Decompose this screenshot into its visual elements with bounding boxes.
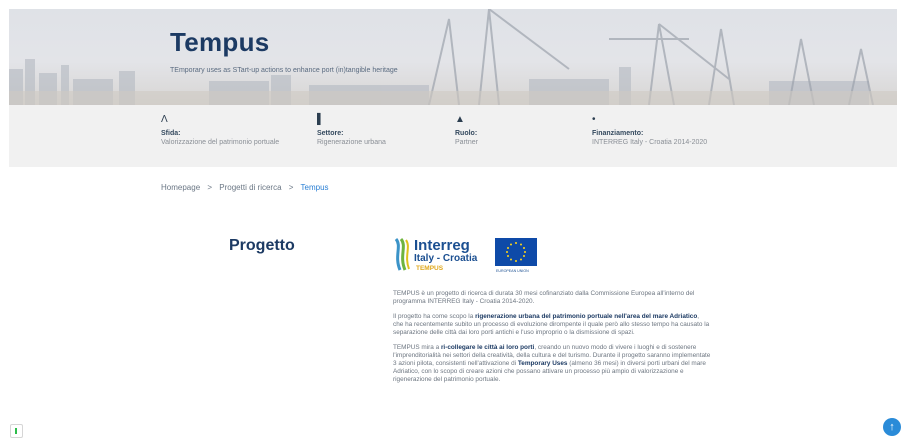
page-subtitle: TEmporary uses as STart-up actions to en… bbox=[170, 67, 398, 74]
paragraph-highlight: ri-collegare le città ai loro porti bbox=[440, 344, 535, 351]
paragraph-text: TEMPUS mira a bbox=[393, 344, 441, 351]
info-value: Rigenerazione urbana bbox=[317, 139, 386, 146]
logo-project-text: TEMPUS bbox=[416, 265, 444, 272]
info-challenge: Λ Sfida: Valorizzazione del patrimonio p… bbox=[161, 115, 279, 147]
breadcrumb-research[interactable]: Progetti di ricerca bbox=[219, 183, 281, 192]
person-icon: ▲ bbox=[455, 114, 465, 125]
paragraph: TEMPUS mira a ri-collegare le città ai l… bbox=[393, 344, 711, 384]
info-label: Settore: bbox=[317, 130, 344, 137]
wave-mark-icon bbox=[394, 238, 410, 271]
info-value: INTERREG Italy - Croatia 2014-2020 bbox=[592, 139, 708, 146]
logo-interreg-text: Interreg bbox=[414, 237, 470, 254]
side-widget-button[interactable] bbox=[10, 424, 23, 438]
paragraph-highlight: rigenerazione urbana del patrimonio port… bbox=[475, 313, 698, 320]
scroll-to-top-button[interactable]: ↑ bbox=[883, 418, 901, 436]
breadcrumb-home[interactable]: Homepage bbox=[161, 183, 200, 192]
breadcrumb-separator: > bbox=[288, 183, 294, 192]
logo-region-text: Italy - Croatia bbox=[414, 253, 478, 264]
paragraph: Il progetto ha come scopo la rigenerazio… bbox=[393, 313, 711, 337]
section-title: Progetto bbox=[229, 237, 295, 254]
paragraph-highlight: Temporary Uses bbox=[517, 360, 568, 367]
project-description: TEMPUS è un progetto di ricerca di durat… bbox=[393, 290, 711, 391]
project-info-bar: Λ Sfida: Valorizzazione del patrimonio p… bbox=[9, 105, 897, 167]
hero-banner: Tempus TEmporary uses as STart-up action… bbox=[9, 9, 897, 105]
info-role: ▲ Ruolo: Partner bbox=[455, 115, 478, 147]
info-funding: • Finanziamento: INTERREG Italy - Croati… bbox=[592, 115, 707, 147]
paragraph-text: TEMPUS è un progetto di ricerca di durat… bbox=[393, 290, 695, 305]
info-value: Partner bbox=[455, 139, 478, 146]
breadcrumb: Homepage > Progetti di ricerca > Tempus bbox=[161, 183, 334, 192]
info-label: Ruolo: bbox=[455, 130, 478, 137]
page-title: Tempus bbox=[170, 27, 270, 57]
sector-icon: ▌ bbox=[317, 114, 325, 125]
port-skyline-background bbox=[9, 9, 897, 105]
paragraph-text: Il progetto ha come scopo la bbox=[393, 313, 476, 320]
info-label: Finanziamento: bbox=[592, 130, 644, 137]
logo-eu-text: EUROPEAN UNION bbox=[496, 269, 529, 273]
challenge-icon: Λ bbox=[161, 114, 168, 125]
info-sector: ▌ Settore: Rigenerazione urbana bbox=[317, 115, 386, 147]
paragraph: TEMPUS è un progetto di ricerca di durat… bbox=[393, 290, 711, 306]
info-label: Sfida: bbox=[161, 130, 181, 137]
info-value: Valorizzazione del patrimonio portuale bbox=[161, 139, 280, 146]
breadcrumb-separator: > bbox=[207, 183, 213, 192]
interreg-logo: Interreg Italy - Croatia TEMPUS EUROPEAN… bbox=[393, 236, 539, 274]
funding-icon: • bbox=[592, 114, 596, 125]
breadcrumb-current: Tempus bbox=[300, 183, 329, 192]
